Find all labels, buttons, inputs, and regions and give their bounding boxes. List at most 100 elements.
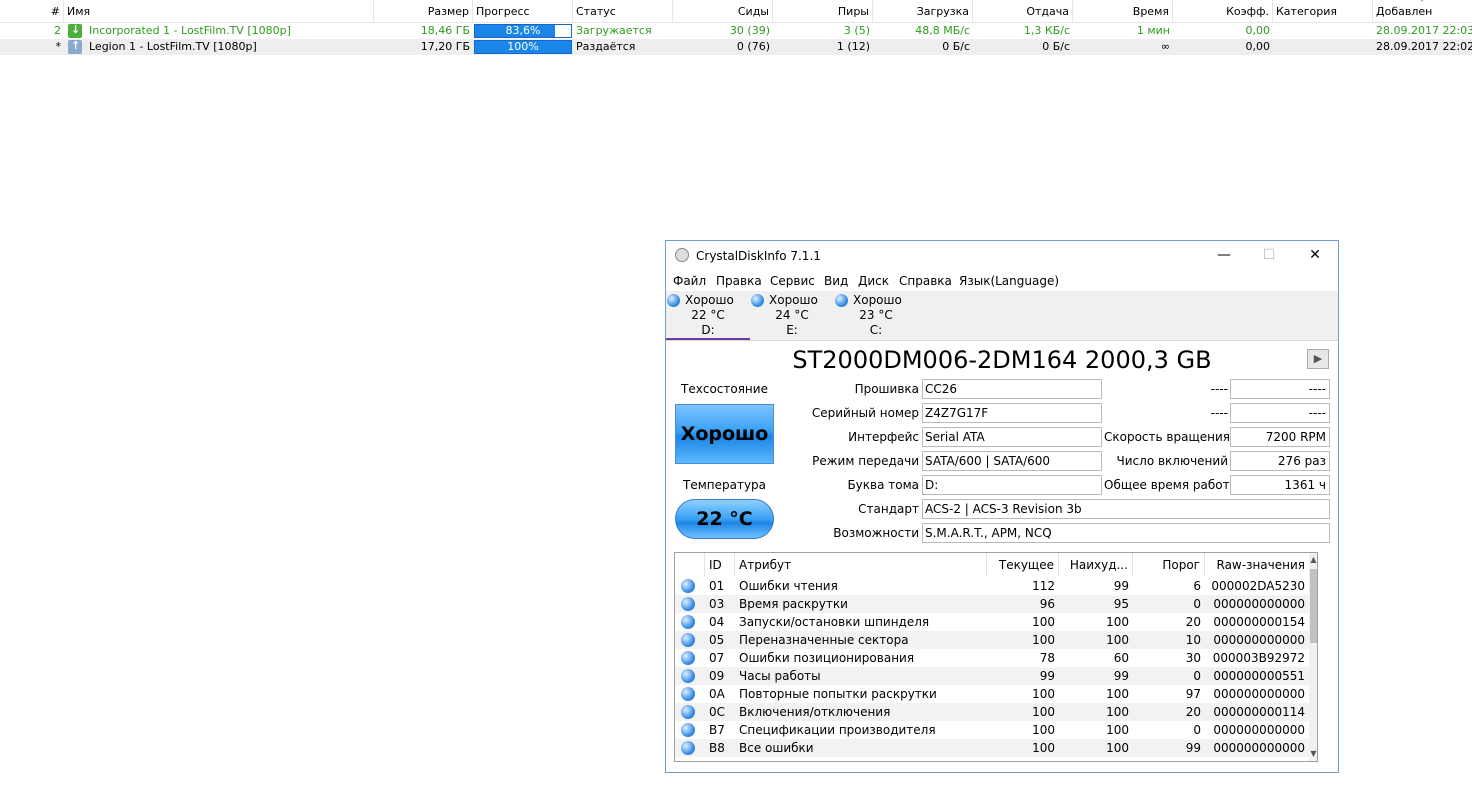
col-worst[interactable]: Наихуд...	[1059, 553, 1133, 577]
scroll-thumb[interactable]	[1310, 569, 1317, 643]
menu-help[interactable]: Справка	[899, 271, 952, 291]
col-status[interactable]: Статус	[573, 0, 673, 22]
smart-current: 100	[1032, 687, 1055, 701]
sort-desc-icon: ▼	[1419, 0, 1425, 3]
col-progress[interactable]: Прогресс	[473, 0, 573, 22]
power-on-count-label: Число включений	[1116, 454, 1228, 468]
smart-row[interactable]: 05 Переназначенные сектора 100 100 10 0000000…	[675, 631, 1309, 649]
smart-row[interactable]: 07 Ошибки позиционирования 78 60 30 000003B92…	[675, 649, 1309, 667]
torrent-num: *	[55, 40, 62, 53]
torrent-name: Legion 1 - LostFilm.TV [1080p]	[89, 40, 257, 53]
drive-letter: E:	[786, 323, 798, 337]
smart-raw: 000000000000	[1213, 633, 1305, 647]
smart-threshold: 0	[1193, 723, 1201, 737]
torrent-added: 28.09.2017 22:03	[1376, 24, 1472, 37]
smart-row[interactable]: 09 Часы работы 99 99 0 000000000551	[675, 667, 1309, 685]
col-id[interactable]: ID	[705, 553, 735, 577]
status-good-icon	[835, 294, 848, 307]
smart-row[interactable]: 04 Запуски/остановки шпинделя 100 100 20 0000…	[675, 613, 1309, 631]
col-current[interactable]: Текущее	[987, 553, 1059, 577]
smart-attribute: Переназначенные сектора	[739, 633, 909, 647]
col-threshold[interactable]: Порог	[1133, 553, 1205, 577]
status-good-icon	[681, 741, 695, 755]
col-attribute[interactable]: Атрибут	[735, 553, 987, 577]
seeding-icon: ↑	[68, 39, 82, 54]
smart-row[interactable]: 0C Включения/отключения 100 100 20 0000000001…	[675, 703, 1309, 721]
scroll-down-icon[interactable]: ▼	[1309, 747, 1317, 761]
scrollbar[interactable]: ▲ ▼	[1309, 553, 1317, 761]
smart-attribute: Все ошибки	[739, 741, 814, 755]
close-button[interactable]: ✕	[1292, 241, 1338, 271]
standard-label: Стандарт	[858, 502, 919, 516]
title-bar[interactable]: CrystalDiskInfo 7.1.1 — ☐ ✕	[666, 241, 1338, 271]
smart-raw: 000000000000	[1213, 597, 1305, 611]
smart-threshold: 30	[1185, 651, 1201, 665]
status-good-icon	[681, 651, 695, 665]
drive-tab-e[interactable]: Хорошо 24 °C E:	[750, 291, 834, 340]
menu-language[interactable]: Язык(Language)	[959, 271, 1059, 291]
col-category[interactable]: Категория	[1273, 0, 1373, 22]
status-good-icon	[667, 294, 680, 307]
smart-row[interactable]: B8 Все ошибки 100 100 99 000000000000	[675, 739, 1309, 757]
disk-model-title: ST2000DM006-2DM164 2000,3 GB	[792, 346, 1212, 374]
minimize-button[interactable]: —	[1201, 241, 1247, 271]
smart-worst: 95	[1113, 597, 1129, 611]
smart-row[interactable]: 0A Повторные попытки раскрутки 100 100 97 000…	[675, 685, 1309, 703]
temperature-button[interactable]: 22 °C	[675, 499, 774, 539]
scroll-up-icon[interactable]: ▲	[1309, 553, 1317, 567]
smart-row[interactable]: 03 Время раскрутки 96 95 0 000000000000	[675, 595, 1309, 613]
menu-view[interactable]: Вид	[824, 271, 848, 291]
maximize-button[interactable]: ☐	[1246, 241, 1292, 271]
status-good-icon	[681, 669, 695, 683]
health-status-button[interactable]: Хорошо	[675, 404, 774, 464]
smart-raw: 000000000551	[1213, 669, 1305, 683]
progress-text: 100%	[507, 40, 539, 53]
torrent-upload-speed: 1,3 КБ/с	[1023, 24, 1070, 37]
smart-row[interactable]: 01 Ошибки чтения 112 99 6 000002DA5230	[675, 577, 1309, 595]
col-download[interactable]: Загрузка	[873, 0, 973, 22]
col-added[interactable]: Добавлен	[1373, 0, 1472, 22]
col-size[interactable]: Размер	[374, 0, 473, 22]
play-arrow-icon[interactable]: ▶	[1307, 349, 1329, 369]
col-peers[interactable]: Пиры	[773, 0, 873, 22]
torrent-num: 2	[54, 24, 61, 37]
smart-raw: 000000000154	[1213, 615, 1305, 629]
col-ratio[interactable]: Коэфф.	[1173, 0, 1273, 22]
torrent-ratio: 0,00	[1245, 24, 1271, 37]
rotation-speed-field: 7200 RPM	[1230, 427, 1330, 447]
smart-current: 99	[1039, 669, 1055, 683]
smart-threshold: 6	[1193, 579, 1201, 593]
menu-edit[interactable]: Правка	[716, 271, 762, 291]
smart-table: ID Атрибут Текущее Наихуд... Порог Raw-з…	[674, 552, 1318, 762]
drive-temp: 22 °C	[691, 308, 725, 322]
drive-tab-c[interactable]: Хорошо 23 °C C:	[834, 291, 918, 340]
menu-service[interactable]: Сервис	[770, 271, 815, 291]
smart-current: 100	[1032, 723, 1055, 737]
torrent-ratio: 0,00	[1245, 40, 1271, 53]
drive-temp: 24 °C	[775, 308, 809, 322]
smart-raw: 000000000114	[1213, 705, 1305, 719]
drive-status: Хорошо	[685, 293, 734, 307]
torrent-name: Incorporated 1 - LostFilm.TV [1080p]	[89, 24, 291, 37]
torrent-row[interactable]: 2 ↓ Incorporated 1 - LostFilm.TV [1080p]…	[0, 23, 1472, 39]
temperature-label: Температура	[682, 478, 767, 492]
col-upload[interactable]: Отдача	[973, 0, 1073, 22]
smart-attribute: Включения/отключения	[739, 705, 891, 719]
col-eta[interactable]: Время	[1073, 0, 1173, 22]
torrent-row[interactable]: * ↑ Legion 1 - LostFilm.TV [1080p] 17,20…	[0, 39, 1472, 55]
menu-disk[interactable]: Диск	[858, 271, 889, 291]
drive-selector: Хорошо 22 °C D: Хорошо 24 °C E: Хорошо 2…	[666, 291, 1338, 341]
torrent-status: Загружается	[576, 24, 652, 37]
col-num[interactable]: #	[0, 0, 64, 22]
col-seeds[interactable]: Сиды	[673, 0, 773, 22]
menu-file[interactable]: Файл	[673, 271, 706, 291]
col-raw[interactable]: Raw-значения	[1205, 553, 1309, 577]
drive-tab-d[interactable]: Хорошо 22 °C D:	[666, 291, 750, 340]
smart-current: 78	[1039, 651, 1055, 665]
firmware-field: CC26	[922, 379, 1102, 399]
smart-threshold: 97	[1185, 687, 1201, 701]
col-name[interactable]: Имя	[64, 0, 374, 22]
status-good-icon	[681, 705, 695, 719]
smart-row[interactable]: B7 Спецификации производителя 100 100 0 00000…	[675, 721, 1309, 739]
torrent-progress-bar: 100%	[474, 40, 572, 54]
